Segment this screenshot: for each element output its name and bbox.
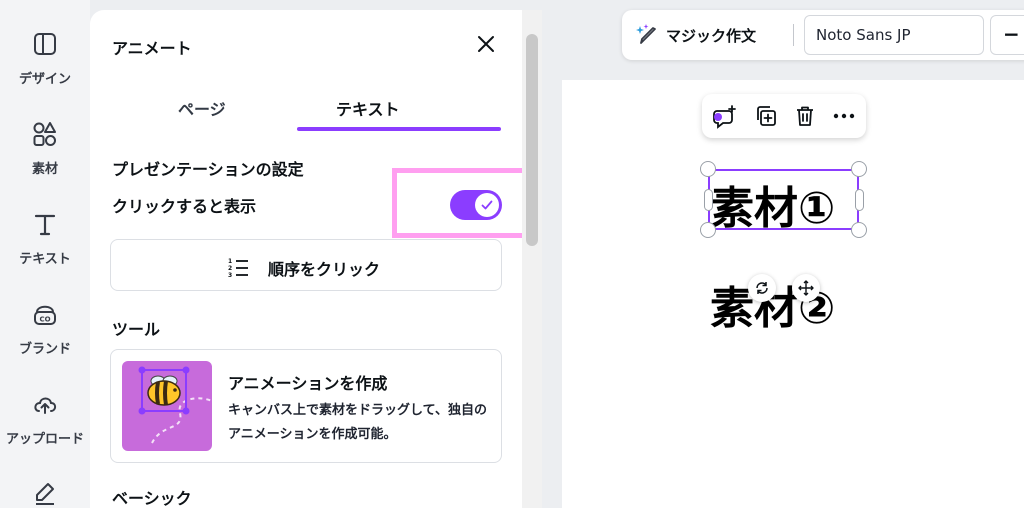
magic-write-label: マジック作文	[666, 27, 757, 45]
close-icon	[478, 36, 494, 52]
resize-handle-bottom-left[interactable]	[700, 222, 716, 238]
sidebar-item-label: デザイン	[18, 72, 71, 87]
bee-icon	[138, 366, 212, 444]
check-icon	[481, 200, 493, 210]
toggle-knob	[475, 193, 499, 217]
magic-pen-icon	[636, 24, 656, 44]
toolbar-divider	[793, 24, 794, 46]
text-toolbar: マジック作文 Noto Sans JP −	[622, 10, 1024, 60]
show-on-click-toggle[interactable]	[450, 190, 502, 220]
move-handle[interactable]	[792, 274, 820, 302]
upload-icon	[34, 397, 57, 414]
sidebar-item-label: テキスト	[19, 252, 71, 267]
more-options-button[interactable]	[832, 104, 856, 128]
click-order-label: 順序をクリック	[268, 260, 381, 279]
svg-text:3: 3	[228, 272, 232, 278]
sidebar-item-design[interactable]: デザイン	[0, 30, 90, 87]
move-icon	[798, 280, 814, 296]
sidebar-item-text[interactable]: テキスト	[0, 210, 90, 267]
trash-icon	[797, 106, 813, 126]
sidebar-item-label: 素材	[31, 162, 58, 177]
resize-handle-left[interactable]	[704, 189, 713, 211]
rotate-icon	[756, 282, 768, 294]
panel-title: アニメート	[112, 39, 192, 58]
duplicate-button[interactable]	[754, 104, 778, 128]
resize-handle-right[interactable]	[855, 189, 864, 211]
show-on-click-label: クリックすると表示	[112, 197, 257, 216]
svg-text:2: 2	[228, 265, 232, 272]
presentation-settings-heading: プレゼンテーションの設定	[112, 160, 304, 179]
svg-text:CO: CO	[39, 316, 50, 324]
pen-icon	[36, 483, 54, 505]
create-animation-card[interactable]: アニメーションを作成 キャンバス上で素材をドラッグして、独自のアニメーションを作…	[110, 349, 502, 463]
decrease-font-size-button[interactable]: −	[990, 15, 1024, 55]
comment-button[interactable]	[712, 104, 736, 129]
sidebar-item-draw[interactable]	[0, 480, 90, 508]
comment-add-icon	[713, 105, 736, 129]
tools-heading: ツール	[112, 320, 161, 339]
left-rail: デザイン 素材 テキスト CO ブランド アップロード	[0, 0, 90, 508]
minus-icon: −	[1003, 22, 1020, 46]
layout-icon	[34, 33, 56, 55]
sidebar-item-upload[interactable]: アップロード	[0, 390, 90, 447]
scrollbar-thumb[interactable]	[526, 34, 538, 246]
sidebar-item-label: アップロード	[5, 432, 84, 447]
elements-icon	[33, 122, 56, 146]
tab-text[interactable]: テキスト	[336, 96, 400, 120]
sidebar-item-brand[interactable]: CO ブランド	[0, 300, 90, 357]
resize-handle-top-right[interactable]	[851, 161, 867, 177]
numbered-list-icon: 1 2 3	[228, 258, 248, 278]
resize-handle-top-left[interactable]	[700, 161, 716, 177]
tab-page[interactable]: ページ	[178, 96, 226, 120]
more-dots-icon	[833, 113, 855, 119]
font-family-select[interactable]: Noto Sans JP	[804, 15, 984, 55]
font-family-value: Noto Sans JP	[816, 26, 911, 44]
svg-text:1: 1	[228, 258, 232, 265]
element-context-menu	[702, 94, 866, 138]
delete-button[interactable]	[793, 104, 817, 128]
create-animation-thumbnail	[122, 361, 212, 451]
create-animation-title: アニメーションを作成	[228, 374, 388, 393]
sidebar-item-elements[interactable]: 素材	[0, 120, 90, 177]
sidebar-item-label: ブランド	[18, 342, 71, 357]
duplicate-icon	[757, 106, 776, 126]
rotate-handle[interactable]	[748, 274, 776, 302]
basic-heading: ベーシック	[112, 489, 192, 508]
selection-box	[708, 169, 859, 230]
click-order-button[interactable]: 1 2 3 順序をクリック	[110, 239, 502, 291]
close-button[interactable]	[474, 32, 498, 56]
text-icon	[34, 214, 56, 236]
active-tab-indicator	[297, 127, 501, 131]
create-animation-description: キャンバス上で素材をドラッグして、独自のアニメーションを作成可能。	[228, 403, 487, 442]
panel-scrollbar[interactable]	[522, 10, 542, 508]
animate-panel: アニメート ページ テキスト プレゼンテーションの設定 クリックすると表示 1 …	[90, 10, 542, 508]
brand-icon: CO	[34, 305, 56, 325]
magic-write-button[interactable]: マジック作文	[634, 23, 756, 47]
resize-handle-bottom-right[interactable]	[851, 222, 867, 238]
